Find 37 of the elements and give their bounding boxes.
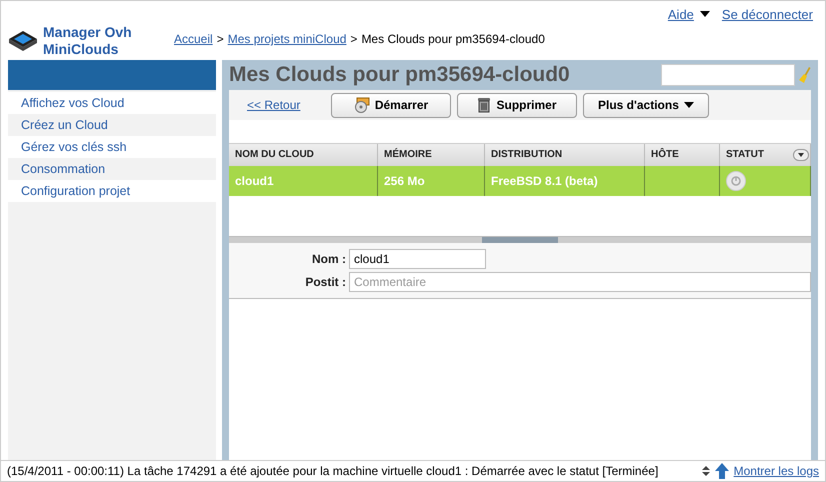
sidebar-item[interactable]: Gérez vos clés ssh: [8, 136, 216, 158]
status-message: (15/4/2011 - 00:00:11) La tâche 174291 a été ajoutée pour la machine virtuelle cloud1 : Démarrée avec le statut [Terminée]: [7, 464, 660, 478]
breadcrumb-separator: >: [216, 32, 224, 46]
toolbar-button[interactable]: Plus d'actions: [583, 92, 709, 118]
table-cell: 256 Mo: [378, 166, 485, 196]
column-menu-icon[interactable]: [793, 149, 809, 161]
logo-icon: [8, 30, 38, 52]
search-field[interactable]: [661, 64, 795, 86]
power-icon[interactable]: [726, 171, 746, 191]
name-field[interactable]: cloud1: [349, 249, 486, 269]
sidebar-item[interactable]: Configuration projet: [8, 180, 216, 202]
trash-icon: [477, 97, 492, 113]
caret-icon: [684, 102, 694, 108]
table-cell: cloud1: [229, 166, 378, 196]
breadcrumb-separator: >: [350, 32, 358, 46]
breadcrumb-current: Mes Clouds pour pm35694-cloud0: [361, 32, 545, 46]
breadcrumb-link[interactable]: Mes projets miniCloud: [228, 32, 346, 46]
caret-icon[interactable]: [700, 11, 710, 17]
spinner-icon[interactable]: [702, 465, 710, 477]
show-logs-link[interactable]: Montrer les logs: [734, 464, 819, 478]
splitter-handle[interactable]: [482, 237, 558, 243]
header-link[interactable]: Aide: [668, 6, 694, 22]
up-arrow-icon: [714, 463, 729, 479]
table-cell: FreeBSD 8.1 (beta): [485, 166, 645, 196]
breadcrumb-link[interactable]: Accueil: [174, 32, 213, 46]
sidebar-item[interactable]: Affichez vos Cloud: [8, 92, 216, 114]
app-name: Manager Ovh MiniClouds: [43, 24, 132, 58]
postit-field[interactable]: Commentaire: [349, 272, 811, 292]
field-label: Postit :: [304, 275, 347, 289]
toolbar-button[interactable]: Démarrer: [331, 92, 451, 118]
back-link[interactable]: << Retour: [247, 98, 325, 112]
broom-icon[interactable]: [799, 67, 811, 83]
field-label: Nom :: [311, 252, 347, 266]
header-link[interactable]: Se déconnecter: [722, 6, 813, 22]
toolbar-button[interactable]: Supprimer: [457, 92, 577, 118]
disc-icon: [354, 97, 370, 113]
page-title: Mes Clouds pour pm35694-cloud0: [229, 63, 571, 87]
